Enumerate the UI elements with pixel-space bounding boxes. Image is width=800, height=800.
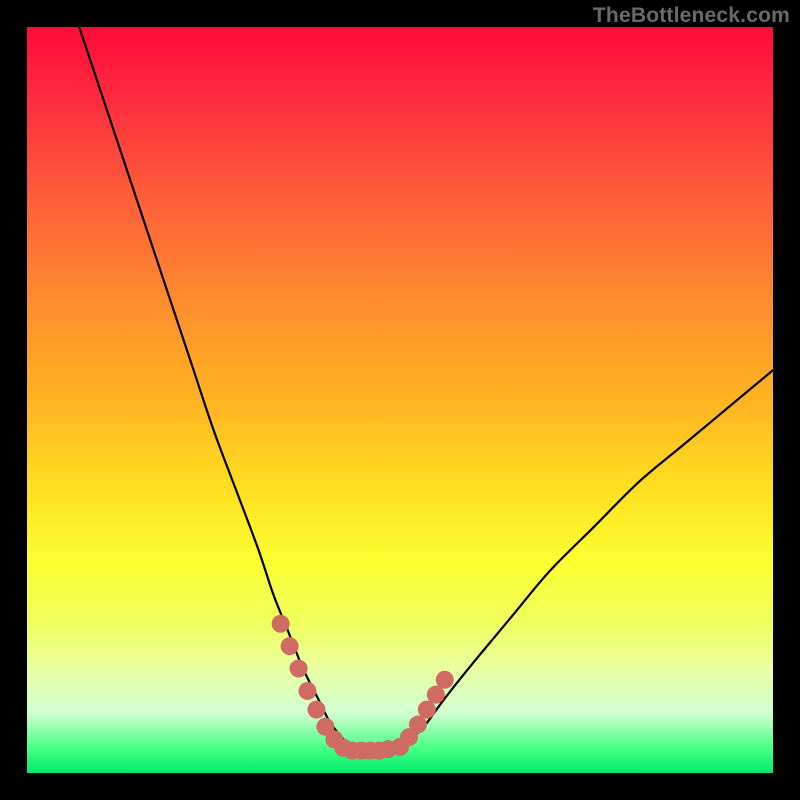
watermark-text: TheBottleneck.com — [593, 4, 790, 28]
marker-dot — [418, 701, 436, 719]
marker-dot — [427, 686, 445, 704]
bottleneck-curve — [79, 27, 773, 751]
marker-dot — [299, 682, 317, 700]
marker-dot — [409, 716, 427, 734]
chart-plot-area — [27, 27, 773, 773]
chart-svg — [27, 27, 773, 773]
marker-dot — [290, 660, 308, 678]
marker-dots-group — [272, 615, 454, 760]
marker-dot — [272, 615, 290, 633]
marker-dot — [281, 637, 299, 655]
marker-dot — [436, 671, 454, 689]
marker-dot — [307, 701, 325, 719]
